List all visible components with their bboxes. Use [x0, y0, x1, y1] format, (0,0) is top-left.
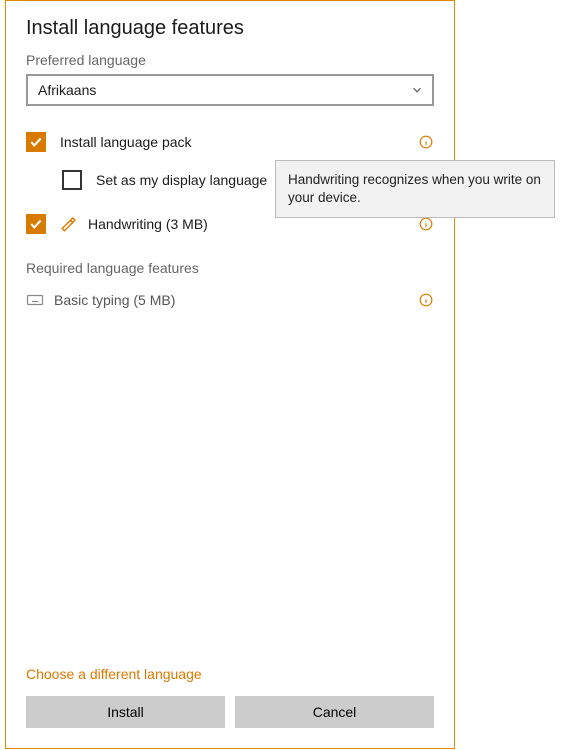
tooltip-text: Handwriting recognizes when you write on… — [288, 172, 541, 205]
handwriting-icon — [60, 215, 78, 233]
button-bar: Install Cancel — [26, 696, 434, 728]
info-icon[interactable] — [418, 134, 434, 150]
required-feature-label: Basic typing (5 MB) — [54, 292, 418, 308]
checkbox-language-pack[interactable] — [26, 132, 46, 152]
required-features-label: Required language features — [26, 260, 434, 276]
install-button[interactable]: Install — [26, 696, 225, 728]
chevron-down-icon — [410, 83, 424, 97]
keyboard-icon — [26, 291, 44, 309]
checkbox-display-language[interactable] — [62, 170, 82, 190]
install-language-dialog: Install language features Preferred lang… — [5, 0, 455, 749]
tooltip: Handwriting recognizes when you write on… — [275, 160, 555, 218]
cancel-button[interactable]: Cancel — [235, 696, 434, 728]
feature-row-language-pack: Install language pack — [26, 130, 434, 154]
preferred-language-label: Preferred language — [26, 52, 434, 68]
feature-label: Install language pack — [60, 134, 418, 150]
info-icon[interactable] — [418, 292, 434, 308]
required-row-basic-typing: Basic typing (5 MB) — [26, 288, 434, 312]
choose-different-language-link[interactable]: Choose a different language — [26, 666, 434, 682]
language-select-value: Afrikaans — [38, 82, 96, 98]
checkbox-handwriting[interactable] — [26, 214, 46, 234]
language-select[interactable]: Afrikaans — [26, 74, 434, 106]
spacer — [26, 326, 434, 666]
dialog-title: Install language features — [26, 17, 434, 40]
